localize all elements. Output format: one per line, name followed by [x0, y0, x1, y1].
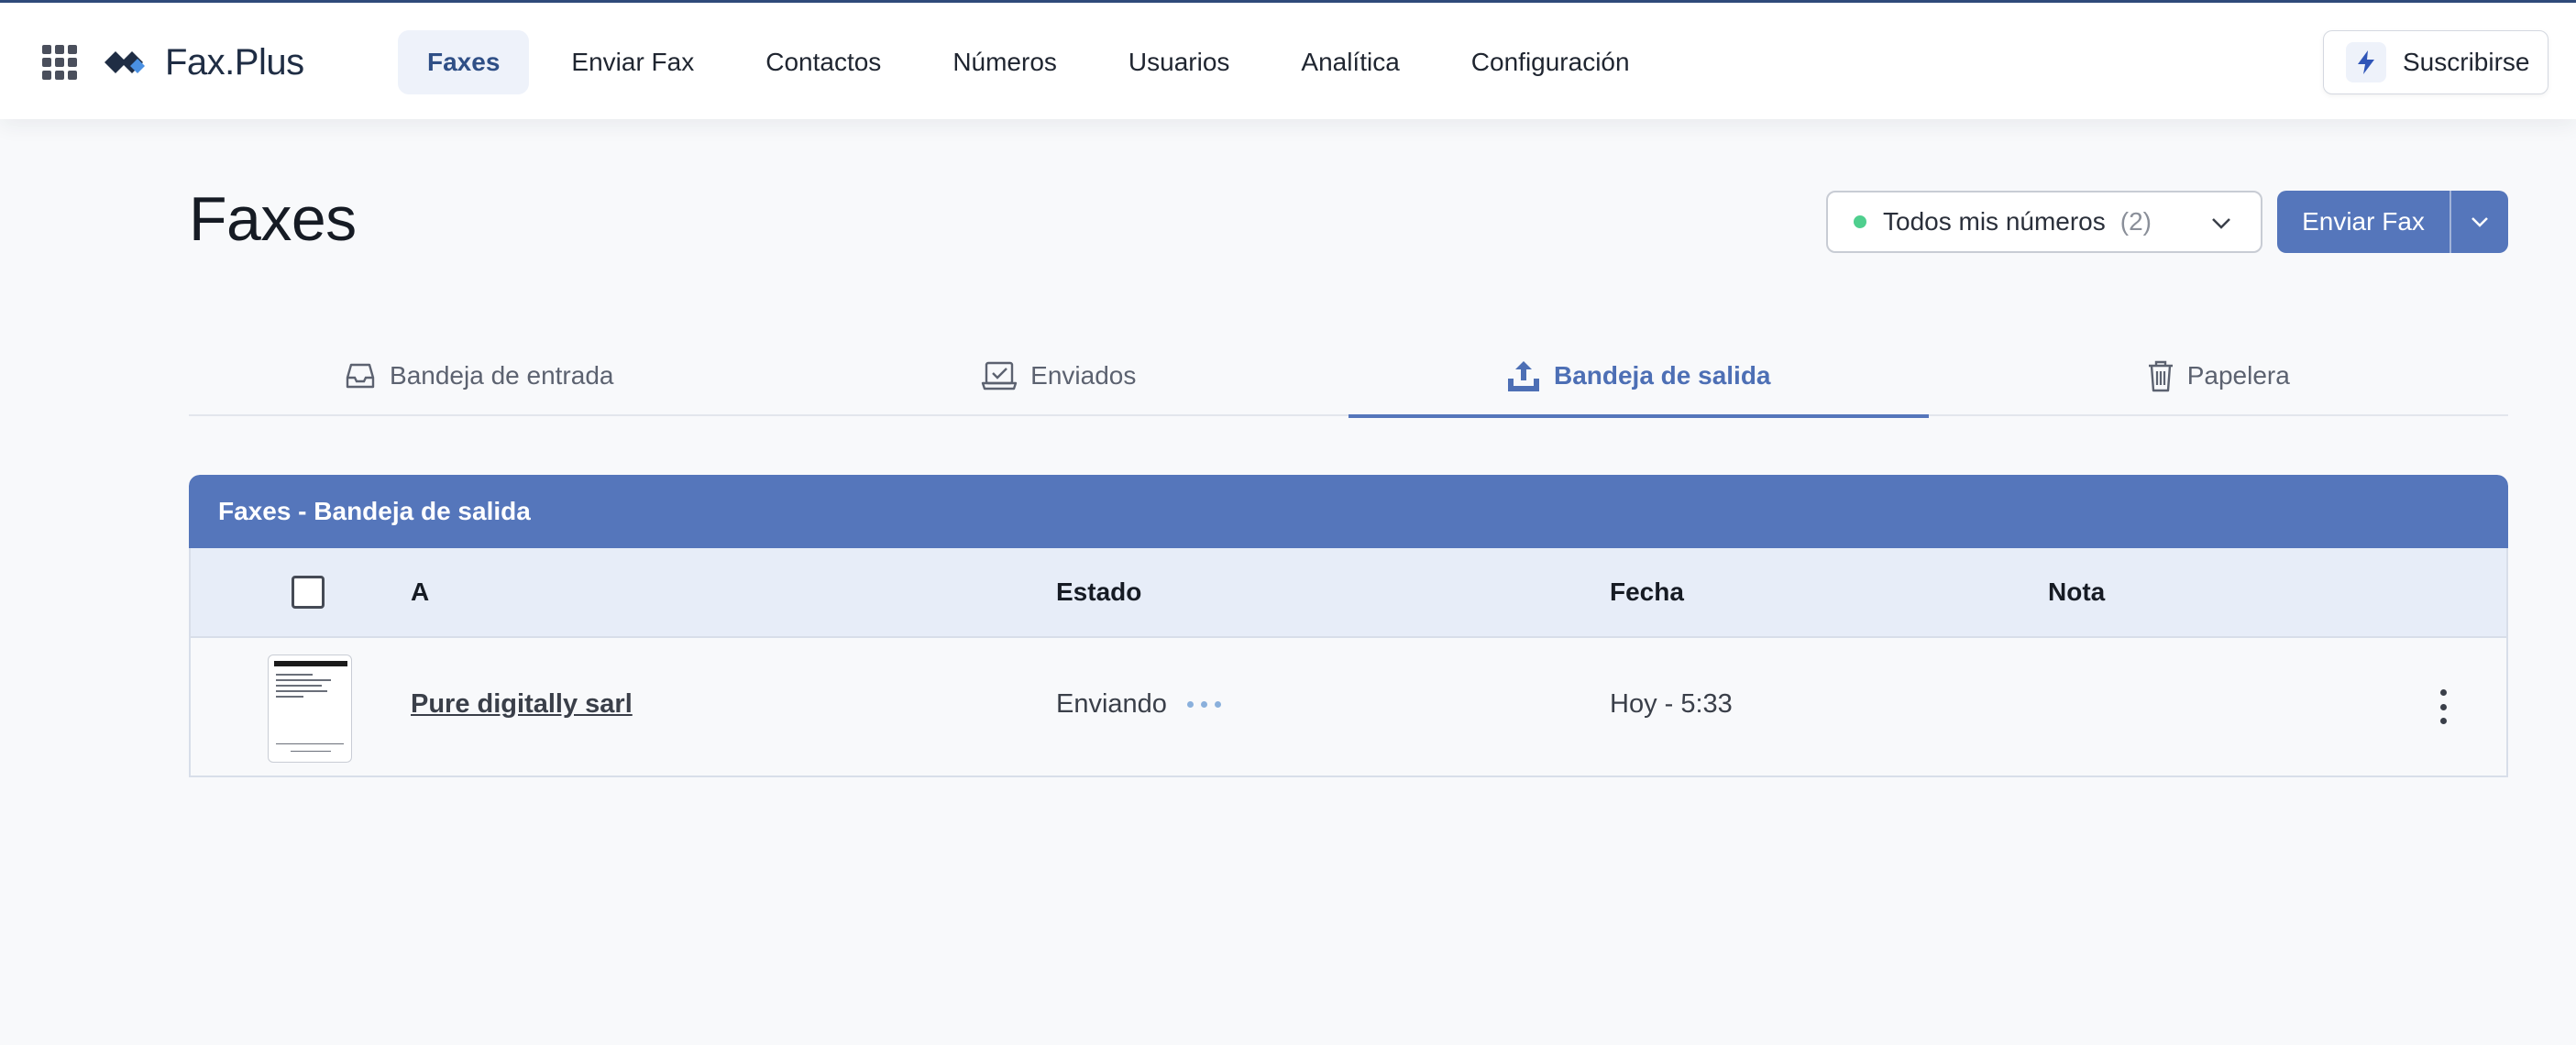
tab-sent[interactable]: Enviados: [769, 336, 1349, 416]
faxplus-logo-icon: [105, 51, 145, 73]
tab-inbox[interactable]: Bandeja de entrada: [189, 336, 769, 416]
upload-tray-icon: [1506, 358, 1541, 393]
more-options-icon[interactable]: [2429, 684, 2457, 730]
subscribe-button[interactable]: Suscribirse: [2323, 30, 2548, 94]
nav-settings[interactable]: Configuración: [1442, 30, 1659, 94]
nav-send-fax[interactable]: Enviar Fax: [542, 30, 723, 94]
trash-icon: [2147, 359, 2174, 392]
column-header-note[interactable]: Nota: [2048, 578, 2105, 607]
chevron-down-icon: [2471, 217, 2488, 227]
recipient-link[interactable]: Pure digitally sarl: [411, 689, 633, 720]
sending-progress-icon: [1186, 701, 1228, 708]
tab-trash[interactable]: Papelera: [1929, 336, 2509, 416]
status-cell: Enviando: [1056, 689, 1228, 720]
top-navigation-bar: Fax.Plus Faxes Enviar Fax Contactos Núme…: [0, 0, 2576, 119]
tab-label: Enviados: [1030, 361, 1137, 390]
date-cell: Hoy - 5:33: [1610, 689, 1733, 719]
bolt-icon: [2346, 42, 2386, 82]
outbox-table: Faxes - Bandeja de salida A Estado Fecha…: [189, 475, 2508, 777]
tab-label: Papelera: [2186, 361, 2290, 390]
chevron-down-icon: [2212, 218, 2230, 229]
status-text: Enviando: [1056, 689, 1167, 719]
send-fax-button[interactable]: Enviar Fax: [2277, 191, 2449, 253]
nav-users[interactable]: Usuarios: [1099, 30, 1259, 94]
select-all-checkbox[interactable]: [292, 576, 325, 609]
number-filter-dropdown[interactable]: Todos mis números (2): [1826, 191, 2262, 253]
subscribe-label: Suscribirse: [2403, 48, 2530, 76]
tab-label: Bandeja de salida: [1553, 361, 1771, 390]
page-title: Faxes: [189, 184, 357, 254]
fax-thumbnail[interactable]: [268, 654, 352, 763]
number-filter-count: (2): [2119, 207, 2152, 236]
nav-numbers[interactable]: Números: [923, 30, 1086, 94]
nav-analytics[interactable]: Analítica: [1271, 30, 1428, 94]
send-fax-options-button[interactable]: [2451, 191, 2508, 253]
inbox-icon: [344, 361, 377, 390]
table-title: Faxes - Bandeja de salida: [189, 475, 2508, 548]
column-header-to[interactable]: A: [411, 578, 429, 607]
tab-label: Bandeja de entrada: [390, 361, 614, 390]
sent-check-icon: [981, 360, 1018, 391]
number-filter-label: Todos mis números: [1883, 207, 2106, 236]
table-header-row: A Estado Fecha Nota: [189, 548, 2508, 638]
grid-apps-icon[interactable]: [42, 45, 77, 80]
send-fax-split-button: Enviar Fax: [2277, 191, 2508, 253]
brand-logo[interactable]: Fax.Plus: [103, 39, 304, 85]
column-header-status[interactable]: Estado: [1056, 578, 1141, 607]
main-nav: Faxes Enviar Fax Contactos Números Usuar…: [398, 30, 1672, 94]
nav-contacts[interactable]: Contactos: [736, 30, 910, 94]
fax-folder-tabs: Bandeja de entrada Enviados Bandeja de s…: [189, 336, 2509, 418]
brand-name: Fax.Plus: [165, 41, 304, 82]
table-row[interactable]: Pure digitally sarl Enviando Hoy - 5:33: [189, 638, 2508, 777]
nav-faxes[interactable]: Faxes: [398, 30, 530, 94]
status-dot: [1854, 215, 1866, 228]
column-header-date[interactable]: Fecha: [1610, 578, 1684, 607]
tab-outbox[interactable]: Bandeja de salida: [1349, 336, 1929, 418]
